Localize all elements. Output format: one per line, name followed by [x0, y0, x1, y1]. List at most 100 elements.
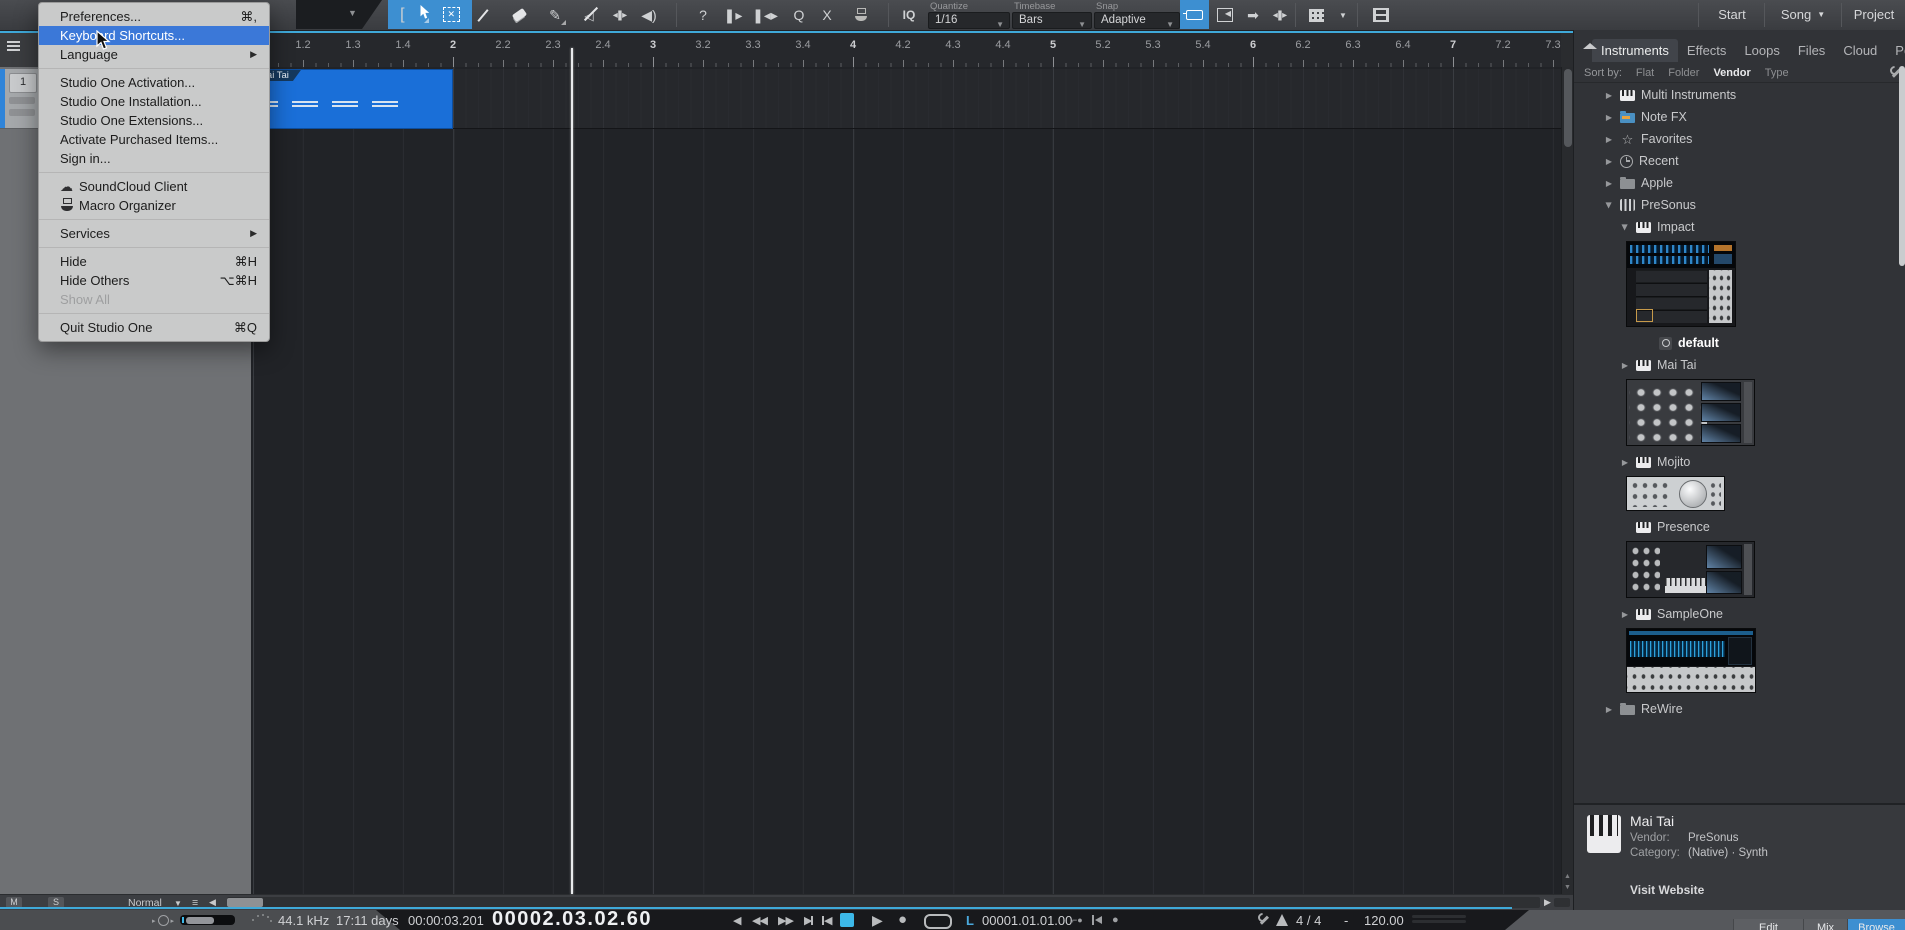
playhead[interactable] [571, 48, 573, 894]
tempo-value[interactable]: 120.00 [1364, 913, 1404, 928]
sort-option-folder[interactable]: Folder [1668, 67, 1699, 79]
midi-note[interactable] [292, 101, 318, 103]
split-cursor-icon[interactable]: ◂❚▸ [1266, 3, 1292, 27]
instrument-tree[interactable]: ▶ Multi Instruments ▶ Note FX ▶ ☆ Favorites ▶ Re… [1574, 84, 1898, 774]
menu-item-language[interactable]: Language ▶ [39, 45, 269, 64]
position-display[interactable]: 00002.03.02.60 [492, 908, 724, 930]
edit-view-button[interactable]: Edit [1733, 919, 1803, 930]
track-control[interactable] [9, 109, 35, 116]
tab-pool[interactable]: Pool [1886, 39, 1905, 62]
impact-thumbnail[interactable] [1626, 241, 1736, 327]
video-icon[interactable] [1368, 3, 1394, 27]
hamburger-menu-icon[interactable] [7, 41, 20, 51]
tree-item-multi-instruments[interactable]: ▶ Multi Instruments [1574, 84, 1898, 106]
menu-item-quit-studio-one[interactable]: Quit Studio One ⌘Q [39, 318, 269, 337]
expand-arrow-icon[interactable]: ▶ [1604, 157, 1614, 166]
presence-thumbnail[interactable] [1626, 541, 1755, 598]
track-lane-1[interactable]: Mai Tai [251, 69, 1561, 129]
collapse-arrow-icon[interactable]: ▶ [1605, 200, 1614, 210]
snap-dropdown[interactable]: Adaptive ▼ [1094, 12, 1180, 29]
mojito-thumbnail[interactable] [1626, 476, 1725, 511]
arrow-cursor-icon[interactable] [417, 4, 431, 25]
zoom-slider[interactable] [1554, 898, 1570, 907]
midi-clip[interactable]: Mai Tai [253, 69, 453, 129]
menu-item-studio-one-activation[interactable]: Studio One Activation... [39, 73, 269, 92]
time-signature[interactable]: 4 / 4 [1296, 913, 1321, 928]
chevron-down-icon[interactable]: ▼ [1330, 3, 1356, 27]
tree-item-recent[interactable]: ▶ Recent [1574, 150, 1898, 172]
chevron-down-icon[interactable]: ▼ [348, 8, 357, 18]
arrow-right-icon[interactable]: ➡ [1240, 3, 1266, 27]
project-page-button[interactable]: Project [1843, 0, 1905, 29]
mute-tool-icon[interactable]: ◁ [576, 3, 602, 27]
rewind-button[interactable]: ◀◀ [752, 914, 768, 927]
play-button[interactable]: ▶ [872, 912, 883, 929]
tab-files[interactable]: Files [1789, 39, 1834, 62]
expand-arrow-icon[interactable]: ▶ [1604, 179, 1614, 188]
menu-item-services[interactable]: Services ▶ [39, 224, 269, 243]
tree-item-default[interactable]: default [1574, 332, 1898, 354]
collapse-arrow-icon[interactable]: ▶ [1621, 222, 1630, 232]
mai-tai-thumbnail[interactable] [1626, 379, 1755, 446]
add-track-icon[interactable] [1303, 3, 1329, 27]
tree-item-apple[interactable]: ▶ Apple [1574, 172, 1898, 194]
menu-item-hide-others[interactable]: Hide Others ⌥⌘H [39, 271, 269, 290]
tree-item-presence[interactable]: Presence [1574, 516, 1898, 538]
tree-item-impact[interactable]: ▶ Impact [1574, 216, 1898, 238]
expand-arrow-icon[interactable]: ▶ [1620, 610, 1630, 619]
start-page-button[interactable]: Start [1700, 0, 1764, 29]
action-x-button[interactable]: X [814, 3, 840, 27]
menu-item-macro-organizer[interactable]: Macro Organizer [39, 196, 269, 215]
browse-view-button[interactable]: Browse [1847, 919, 1905, 930]
tree-item-favorites[interactable]: ▶ ☆ Favorites [1574, 128, 1898, 150]
scroll-up-icon[interactable]: ▲ [1564, 873, 1571, 880]
expand-arrow-icon[interactable]: ▶ [1604, 135, 1614, 144]
song-page-button[interactable]: Song ▼ [1766, 0, 1840, 29]
scrollbar-thumb[interactable] [1564, 69, 1572, 147]
paint-tool-icon[interactable]: ✎ [542, 3, 568, 27]
metronome-icon[interactable] [1276, 914, 1288, 926]
stop-button-active[interactable] [840, 913, 854, 927]
fast-forward-button[interactable]: ▶▶ [778, 914, 794, 927]
timeline-ruler[interactable]: 1.2 1.3 1.4 2 2.2 2.3 2.4 3 3.2 3.3 3.4 4 4.2 4.3 4.4 5… [251, 33, 1561, 67]
locator-position[interactable]: 00001.01.01.00 [982, 913, 1072, 928]
precount-icon[interactable]: ⌐● [1072, 915, 1083, 925]
midi-note[interactable] [372, 101, 398, 103]
help-tool-icon[interactable]: ? [690, 3, 716, 27]
menu-item-soundcloud-client[interactable]: ☁ SoundCloud Client [39, 177, 269, 196]
menu-item-studio-one-extensions[interactable]: Studio One Extensions... [39, 111, 269, 130]
track-number[interactable]: 1 [9, 73, 37, 93]
swing-value[interactable]: - [1344, 913, 1348, 928]
tree-item-sampleone[interactable]: ▶ SampleOne [1574, 603, 1898, 625]
expand-arrow-icon[interactable]: ▶ [1604, 113, 1614, 122]
sort-option-flat[interactable]: Flat [1636, 67, 1654, 79]
expand-arrow-icon[interactable]: ▶ [1620, 361, 1630, 370]
listen-tool-icon[interactable]: ◀) [636, 3, 662, 27]
tab-effects[interactable]: Effects [1678, 39, 1736, 62]
timestretch-icon[interactable]: ❚▸ [720, 3, 746, 27]
arrangement-area[interactable]: Mai Tai [251, 67, 1561, 894]
quantize-button[interactable]: Q [786, 3, 812, 27]
tree-item-note-fx[interactable]: ▶ Note FX [1574, 106, 1898, 128]
sampleone-thumbnail[interactable] [1626, 628, 1756, 693]
output-level-meter[interactable] [180, 915, 235, 925]
tree-item-presonus[interactable]: ▶ PreSonus [1574, 194, 1898, 216]
visit-website-link[interactable]: Visit Website [1630, 883, 1704, 897]
prev-marker-button[interactable]: ◀ [733, 914, 742, 927]
panel-icon[interactable] [1212, 3, 1238, 27]
scroll-right-icon[interactable]: ▶ [1544, 897, 1551, 908]
expand-arrow-icon[interactable]: ▶ [1604, 91, 1614, 100]
arrow-tool-selected[interactable]: [ ✕ [388, 0, 472, 29]
return-to-start-button[interactable]: ◀ [822, 914, 833, 927]
expand-arrow-icon[interactable]: ▶ [1604, 705, 1614, 714]
tree-item-mojito[interactable]: ▶ Mojito [1574, 451, 1898, 473]
midi-note[interactable] [332, 101, 358, 103]
loop-button[interactable] [924, 914, 952, 929]
timebase-dropdown[interactable]: Bars ▼ [1012, 12, 1092, 29]
tab-loops[interactable]: Loops [1735, 39, 1788, 62]
scrollbar-thumb[interactable] [227, 898, 263, 907]
mix-view-button[interactable]: Mix [1803, 919, 1847, 930]
scroll-down-icon[interactable]: ▼ [1564, 884, 1571, 891]
snap-toggle-active[interactable] [1180, 0, 1209, 29]
tree-item-mai-tai[interactable]: ▶ Mai Tai [1574, 354, 1898, 376]
